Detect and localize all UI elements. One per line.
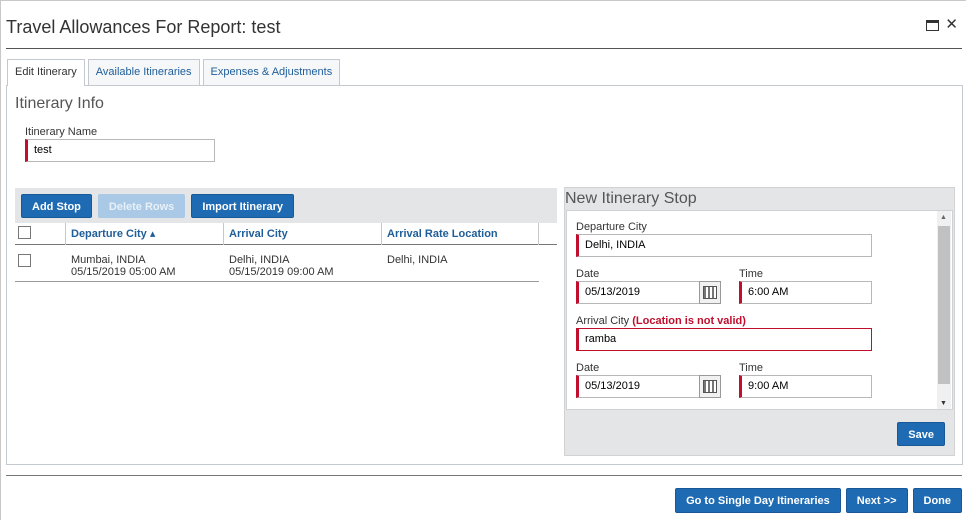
grid-toolbar: Add Stop Delete Rows Import Itinerary — [15, 188, 557, 223]
new-stop-title: New Itinerary Stop — [565, 190, 697, 207]
tab-edit-itinerary[interactable]: Edit Itinerary — [7, 59, 85, 86]
col-arrival-rate-location[interactable]: Arrival Rate Location — [381, 222, 539, 245]
itinerary-name-input[interactable]: test — [25, 139, 215, 162]
maximize-icon[interactable] — [926, 19, 940, 31]
dialog-title: Travel Allowances For Report: test — [6, 17, 281, 37]
arrival-time-text: 05/15/2019 09:00 AM — [229, 266, 334, 278]
travel-allowances-dialog: Travel Allowances For Report: test ✕ Edi… — [0, 0, 966, 520]
single-day-itineraries-button[interactable]: Go to Single Day Itineraries — [675, 488, 841, 513]
close-icon[interactable]: ✕ — [945, 17, 958, 32]
new-stop-form: Departure City Delhi, INDIA Date 05/13/2… — [566, 210, 953, 410]
departure-city-input[interactable]: Delhi, INDIA — [576, 234, 872, 257]
arrival-cell: Delhi, INDIA 05/15/2019 09:00 AM — [223, 254, 381, 281]
departure-cell: Mumbai, INDIA 05/15/2019 05:00 AM — [65, 254, 223, 281]
add-stop-button[interactable]: Add Stop — [21, 193, 92, 218]
next-button[interactable]: Next >> — [845, 488, 908, 513]
departure-date-input[interactable]: 05/13/2019 — [576, 281, 700, 304]
tab-bar: Edit Itinerary Available Itineraries Exp… — [7, 59, 341, 86]
import-itinerary-button[interactable]: Import Itinerary — [191, 193, 294, 218]
arrival-date-input[interactable]: 05/13/2019 — [576, 375, 700, 398]
departure-city-label: Departure City — [576, 221, 647, 233]
footer-buttons: Go to Single Day Itineraries Next >> Don… — [675, 488, 962, 513]
new-itinerary-stop-panel: New Itinerary Stop Departure City Delhi,… — [564, 187, 955, 456]
table-row[interactable]: Mumbai, INDIA 05/15/2019 05:00 AM Delhi,… — [15, 245, 539, 282]
arrival-date-label: Date — [576, 362, 600, 374]
delete-rows-button[interactable]: Delete Rows — [97, 193, 186, 218]
arrival-time-input[interactable]: 9:00 AM — [739, 375, 872, 398]
select-all-checkbox[interactable] — [18, 225, 31, 239]
save-button[interactable]: Save — [897, 422, 945, 446]
col-arrival-city[interactable]: Arrival City — [223, 222, 381, 245]
rate-location-cell: Delhi, INDIA — [387, 254, 448, 266]
calendar-icon[interactable] — [699, 375, 721, 398]
scroll-up-arrow-icon[interactable]: ▲ — [940, 214, 947, 221]
arrival-city-label: Arrival City — [576, 315, 630, 327]
col-departure-city[interactable]: Departure City ▴ — [65, 222, 223, 245]
row-select-cell — [15, 254, 65, 281]
departure-date-label: Date — [576, 268, 600, 280]
scroll-down-arrow-icon[interactable]: ▼ — [940, 400, 947, 407]
itinerary-name-label: Itinerary Name — [25, 126, 98, 138]
row-checkbox[interactable] — [18, 254, 31, 267]
departure-city-text: Mumbai, INDIA — [71, 254, 146, 266]
calendar-icon[interactable] — [699, 281, 721, 304]
arrival-city-error: (Location is not valid) — [632, 315, 746, 327]
title-divider — [6, 48, 962, 49]
tab-available-itineraries[interactable]: Available Itineraries — [87, 59, 200, 85]
form-scrollbar[interactable]: ▲ ▼ — [937, 211, 951, 409]
departure-time-label: Time — [739, 268, 764, 280]
window-controls: ✕ — [926, 17, 958, 32]
scrollbar-thumb[interactable] — [938, 226, 950, 384]
departure-time-input[interactable]: 6:00 AM — [739, 281, 872, 304]
itinerary-stops-grid: Add Stop Delete Rows Import Itinerary De… — [15, 188, 557, 282]
arrival-city-text: Delhi, INDIA — [229, 254, 290, 266]
select-all-cell — [15, 225, 65, 242]
arrival-city-label-row: Arrival City (Location is not valid) — [576, 315, 746, 327]
footer-divider — [6, 475, 962, 476]
done-button[interactable]: Done — [912, 488, 962, 513]
arrival-city-input[interactable]: ramba — [576, 328, 872, 351]
itinerary-info-title: Itinerary Info — [15, 95, 104, 112]
departure-time-text: 05/15/2019 05:00 AM — [71, 266, 176, 278]
grid-header: Departure City ▴ Arrival City Arrival Ra… — [15, 222, 557, 245]
edit-itinerary-panel: Itinerary Info Itinerary Name test Add S… — [6, 85, 963, 465]
tab-expenses-adjustments[interactable]: Expenses & Adjustments — [202, 59, 341, 85]
arrival-time-label: Time — [739, 362, 764, 374]
